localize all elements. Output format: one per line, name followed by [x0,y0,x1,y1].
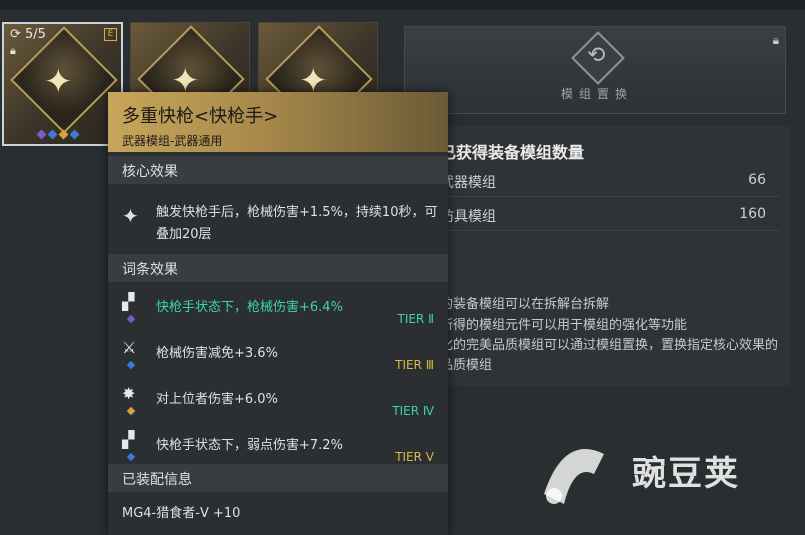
info-row-armor: 防具模组 160 [440,200,780,231]
section-equipped: 已装配信息 [108,464,448,492]
info-desc-line: 的装备模组可以在拆解台拆解 [440,297,610,312]
equip-tag: E [104,28,117,41]
module-swap-panel[interactable]: ⟲ 模组置换 🔒︎ [404,26,786,114]
affix-row: ⚔ 枪械伤害减免+3.6% TIER Ⅲ [108,334,448,378]
affix-text: 快枪手状态下，枪械伤害+6.4% [156,300,343,315]
affix-row: ✸ 对上位者伤害+6.0% TIER Ⅳ [108,380,448,424]
watermark-logo-icon [544,449,604,504]
affix-dot [58,129,69,140]
affix-text: 枪械伤害减免+3.6% [156,346,278,361]
lock-icon: 🔒︎ [10,44,16,57]
module-tooltip: 多重快枪<快枪手> 武器模组-武器通用 核心效果 ✦ 触发快枪手后，枪械伤害+1… [108,92,448,535]
tier-dot [126,314,136,324]
affix-text: 快枪手状态下，弱点伤害+7.2% [156,438,343,453]
section-core: 核心效果 [108,156,448,184]
section-title: 核心效果 [122,164,178,180]
module-card-selected[interactable]: ✦ ⟳ 5/5 🔒︎ E [2,22,123,146]
gun-icon: ▞ [122,430,135,449]
section-title: 已装配信息 [122,472,192,488]
section-affix: 词条效果 [108,254,448,282]
core-effect-text: 触发快枪手后，枪械伤害+1.5%，持续10秒，可叠加20层 [156,205,438,242]
info-desc-line: 化的完美品质模组可以通过模组置换，置换指定核心效果的 [440,338,779,353]
row-value: 160 [739,206,766,222]
elite-enemy-icon: ✸ [122,384,136,403]
lock-icon: 🔒︎ [772,33,779,47]
tooltip-header: 多重快枪<快枪手> 武器模组-武器通用 [108,92,448,152]
swap-icon: ⟲ [587,43,606,68]
tier-dot [126,452,136,462]
tier-dot [126,406,136,416]
watermark-text: 豌豆荚 [632,454,740,494]
affix-text: 对上位者伤害+6.0% [156,392,278,407]
row-label: 武器模组 [440,175,496,191]
affix-dots [36,129,80,140]
row-value: 66 [748,172,766,188]
gun-icon: ▞ [122,292,135,311]
tooltip-title: 多重快枪<快枪手> [122,106,279,127]
info-row-weapon: 武器模组 66 [440,166,780,197]
affix-tier: TIER Ⅳ [392,404,434,418]
equipped-info: MG4-猎食者-Ⅴ +10 [122,506,241,521]
section-title: 词条效果 [122,262,178,278]
swap-label: 模组置换 [561,87,634,101]
tier-dot [126,360,136,370]
stack-count: ⟳ 5/5 [10,27,46,42]
gun-icon: ✦ [122,204,139,228]
affix-tier: TIER Ⅴ [395,450,434,464]
affix-dot [69,129,80,140]
damage-reduction-icon: ⚔ [122,338,137,357]
info-desc-line: 所得的模组元件可以用于模组的强化等功能 [440,318,688,333]
affix-dot [47,129,58,140]
row-label: 防具模组 [440,209,496,225]
info-title: 已获得装备模组数量 [440,143,585,162]
tooltip-subtitle: 武器模组-武器通用 [122,134,223,148]
top-bar [0,0,805,10]
gun-module-icon: ✦ [44,62,73,102]
affix-tier: TIER Ⅲ [395,358,434,372]
affix-tier: TIER Ⅱ [397,312,434,326]
affix-row: ▞ 快枪手状态下，枪械伤害+6.4% TIER Ⅱ [108,288,448,332]
affix-dot [36,129,47,140]
